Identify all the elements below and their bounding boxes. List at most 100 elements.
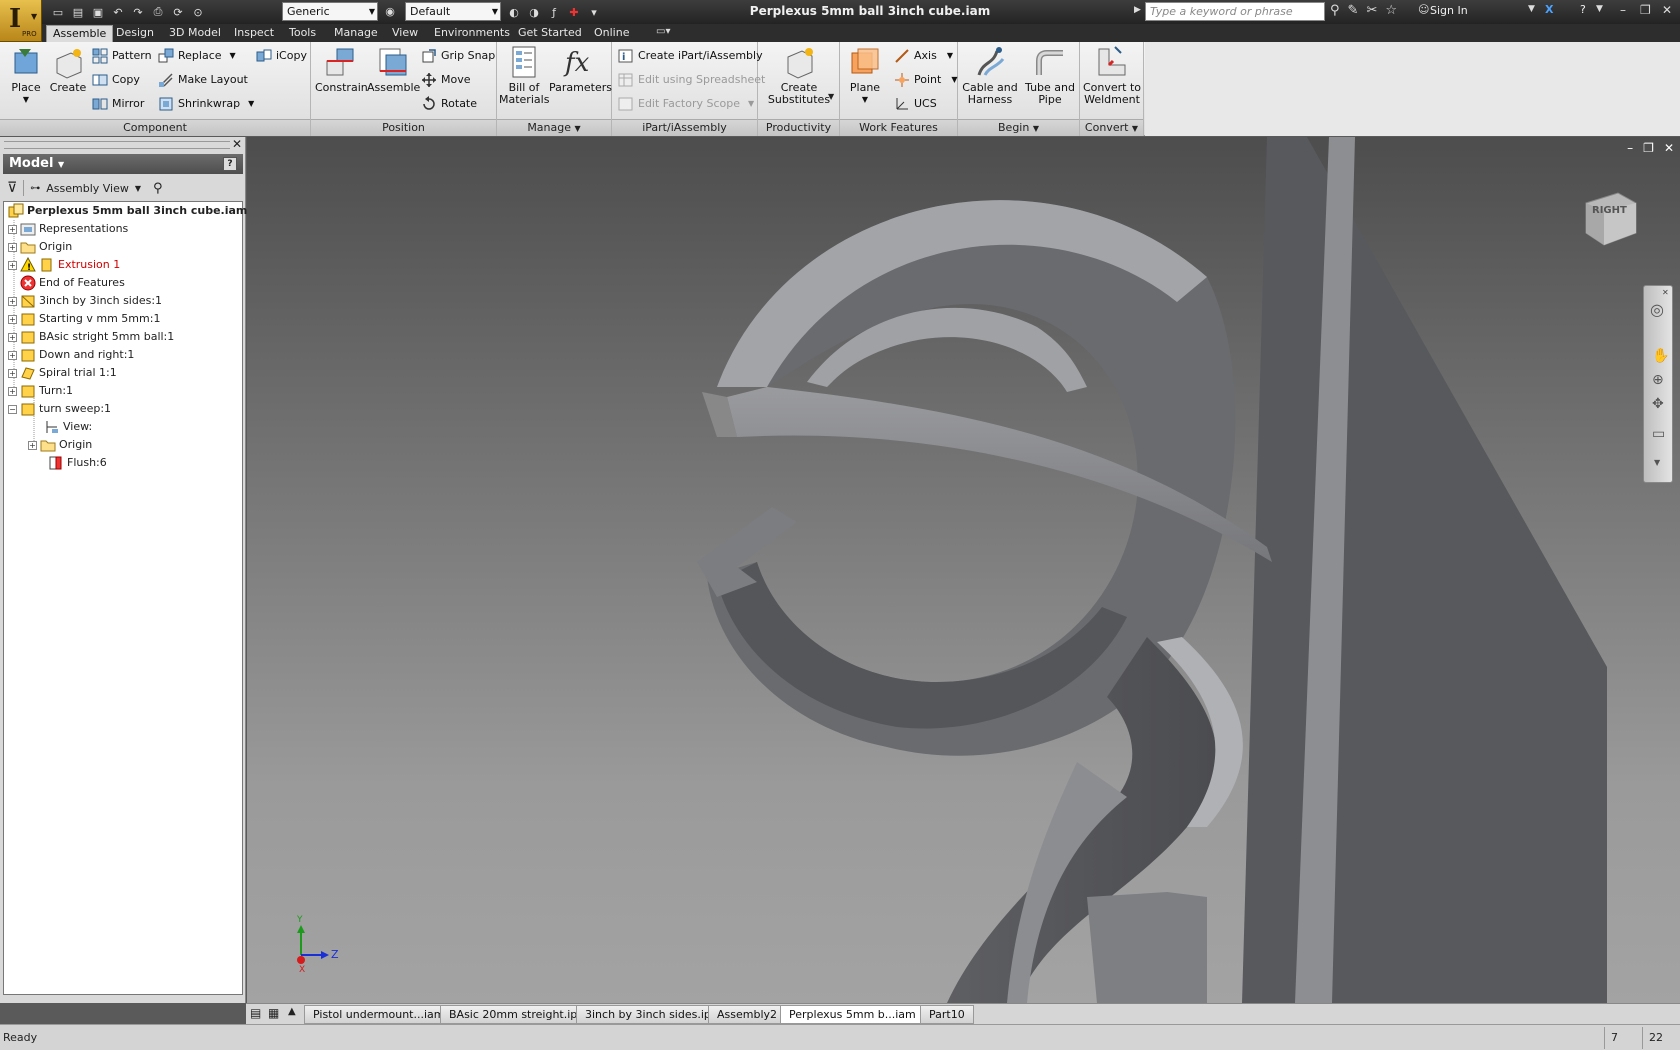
favorites-star-icon[interactable]: ☆: [1385, 3, 1397, 18]
doc-tab[interactable]: BAsic 20mm streight.ipt: [440, 1005, 591, 1024]
pattern-button[interactable]: Pattern: [92, 46, 152, 66]
cable-and-harness-button[interactable]: Cable and Harness: [960, 45, 1020, 106]
shrinkwrap-button[interactable]: Shrinkwrap ▼: [158, 94, 254, 114]
copy-button[interactable]: Copy: [92, 70, 140, 90]
close-icon[interactable]: ✕: [1662, 288, 1669, 297]
orbit-icon[interactable]: ✥: [1652, 396, 1664, 412]
tile-windows-icon[interactable]: ▦: [268, 1006, 279, 1020]
tree-item-constraint[interactable]: Flush:6: [48, 454, 107, 472]
expand-icon[interactable]: +: [8, 314, 17, 324]
tree-item-component[interactable]: + Starting v mm 5mm:1: [8, 310, 160, 328]
search-input[interactable]: Type a keyword or phrase: [1145, 2, 1325, 21]
tab-environments[interactable]: Environments: [428, 25, 516, 42]
browser-header[interactable]: Model ▼ ?: [3, 154, 243, 174]
doc-tab-active[interactable]: Perplexus 5mm b...iam ⊠: [780, 1005, 936, 1024]
doc-tab[interactable]: Part10: [920, 1005, 974, 1024]
panel-title-begin[interactable]: Begin ▼: [958, 119, 1079, 136]
add-icon[interactable]: ✚: [566, 4, 582, 20]
chevron-down-icon[interactable]: ▼: [1654, 458, 1660, 467]
browser-grip-bar[interactable]: [4, 141, 230, 149]
replace-button[interactable]: Replace ▼: [158, 46, 236, 66]
expand-icon[interactable]: +: [8, 224, 17, 234]
tab-online[interactable]: Online: [588, 25, 635, 42]
bill-of-materials-button[interactable]: Bill of Materials: [499, 45, 549, 106]
save-icon[interactable]: ▣: [90, 4, 106, 20]
tree-item-component[interactable]: + 3inch by 3inch sides:1: [8, 292, 162, 310]
tab-3d-model[interactable]: 3D Model: [163, 25, 227, 42]
expand-icon[interactable]: +: [8, 296, 17, 306]
undo-icon[interactable]: ↶: [110, 4, 126, 20]
tree-item-view[interactable]: View:: [44, 418, 92, 436]
chevron-down-icon[interactable]: ▼: [135, 184, 141, 193]
select-icon[interactable]: ⊙: [190, 4, 206, 20]
chevron-down-icon[interactable]: ▼: [828, 92, 834, 101]
tree-item-origin[interactable]: + Origin: [28, 436, 92, 454]
appearance-sphere-icon[interactable]: ◉: [382, 3, 398, 19]
convert-to-weldment-button[interactable]: Convert to Weldment: [1082, 45, 1142, 106]
expand-icon[interactable]: +: [8, 368, 17, 378]
tree-item-representations[interactable]: + Representations: [8, 220, 128, 238]
move-button[interactable]: Move: [421, 70, 471, 90]
binoculars-icon[interactable]: ⚲: [1330, 3, 1340, 18]
tree-item-origin[interactable]: + Origin: [8, 238, 72, 256]
expand-icon[interactable]: +: [8, 386, 17, 396]
ribbon-display-toggle-icon[interactable]: ▭▾: [656, 26, 670, 37]
tree-item-component[interactable]: + Down and right:1: [8, 346, 134, 364]
panel-title-convert[interactable]: Convert ▼: [1080, 119, 1143, 136]
steering-wheel-icon[interactable]: ◎: [1650, 300, 1664, 319]
tab-get-started[interactable]: Get Started: [512, 25, 588, 42]
tab-list-up-icon[interactable]: ▲: [288, 1006, 296, 1017]
tree-root-assembly[interactable]: Perplexus 5mm ball 3inch cube.iam: [8, 202, 247, 220]
wrench-icon[interactable]: ✎: [1348, 3, 1359, 18]
doc-tab[interactable]: Pistol undermount...iam: [304, 1005, 454, 1024]
clear-override-icon[interactable]: ◑: [526, 4, 542, 20]
function-icon[interactable]: ƒ: [546, 4, 562, 20]
mirror-button[interactable]: Mirror: [92, 94, 144, 114]
customize-qat-icon[interactable]: ▾: [586, 4, 602, 20]
grip-snap-button[interactable]: Grip Snap: [421, 46, 495, 66]
expand-icon[interactable]: +: [8, 332, 17, 342]
open-icon[interactable]: ▤: [70, 4, 86, 20]
update-icon[interactable]: ⟳: [170, 4, 186, 20]
collapse-icon[interactable]: −: [8, 404, 17, 414]
cascade-windows-icon[interactable]: ▤: [250, 1006, 261, 1020]
expand-icon[interactable]: +: [8, 242, 17, 252]
tab-tools[interactable]: Tools: [283, 25, 322, 42]
tree-item-end-of-features[interactable]: End of Features: [8, 274, 125, 292]
expand-icon[interactable]: +: [28, 440, 37, 450]
graphics-viewport[interactable]: – ❐ ✕ RIGHT ✕ ◎ ✋ ⊕ ✥ ▭ ▼ Z X Y: [247, 137, 1680, 1003]
sign-in-link[interactable]: Sign In: [1430, 4, 1468, 17]
redo-icon[interactable]: ↷: [130, 4, 146, 20]
chevron-right-icon[interactable]: ▶: [1134, 5, 1141, 15]
appearance-combo[interactable]: Default ▼: [405, 2, 501, 21]
print-icon[interactable]: ⎙: [150, 4, 166, 20]
tab-manage[interactable]: Manage: [328, 25, 384, 42]
tab-assemble[interactable]: Assemble: [46, 25, 114, 42]
plane-button[interactable]: Plane ▼: [842, 45, 888, 106]
expand-icon[interactable]: +: [8, 260, 17, 270]
material-combo[interactable]: Generic ▼: [282, 2, 378, 21]
icopy-button[interactable]: iCopy: [256, 46, 307, 66]
restore-icon[interactable]: ❐: [1643, 141, 1654, 155]
help-icon[interactable]: ?: [223, 157, 237, 171]
tree-item-component[interactable]: + Turn:1: [8, 382, 73, 400]
help-icon[interactable]: ?: [1580, 3, 1586, 16]
tree-item-component[interactable]: + Spiral trial 1:1: [8, 364, 117, 382]
doc-tab[interactable]: Assembly2: [708, 1005, 787, 1024]
tab-inspect[interactable]: Inspect: [228, 25, 280, 42]
tube-and-pipe-button[interactable]: Tube and Pipe: [1020, 45, 1080, 106]
close-icon[interactable]: ✕: [1662, 3, 1672, 17]
tools-icon[interactable]: ✂: [1366, 3, 1377, 18]
tab-design[interactable]: Design: [110, 25, 160, 42]
point-button[interactable]: Point ▼: [894, 70, 957, 90]
place-button[interactable]: Place ▼: [6, 45, 46, 106]
close-icon[interactable]: ✕: [1664, 141, 1674, 155]
create-ipart-button[interactable]: i Create iPart/iAssembly: [618, 46, 763, 66]
look-at-icon[interactable]: ▭: [1652, 426, 1665, 442]
create-component-button[interactable]: Create: [48, 45, 88, 94]
new-icon[interactable]: ▭: [50, 4, 66, 20]
chevron-down-icon[interactable]: ▼: [1528, 4, 1535, 14]
minimize-icon[interactable]: –: [1627, 141, 1633, 155]
binoculars-icon[interactable]: ⚲: [153, 181, 163, 196]
chevron-down-icon[interactable]: ▼: [1596, 4, 1603, 14]
